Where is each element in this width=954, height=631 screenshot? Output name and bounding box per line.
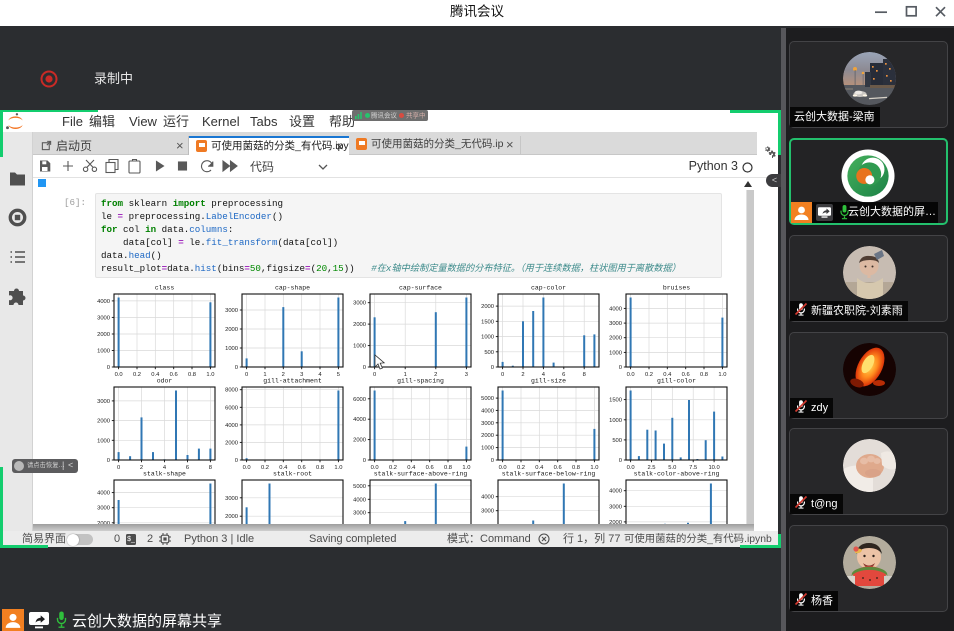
svg-text:1500: 1500 [481,319,494,325]
svg-text:stalk-surface-above-ring: stalk-surface-above-ring [374,471,468,478]
svg-text:0: 0 [245,372,248,378]
svg-text:0.0: 0.0 [627,372,635,378]
svg-text:500: 500 [484,350,494,356]
svg-text:8000: 8000 [225,388,238,394]
svg-text:0.0: 0.0 [243,465,251,471]
svg-text:3000: 3000 [481,509,494,515]
svg-text:2000: 2000 [97,332,110,338]
svg-text:0: 0 [501,372,504,378]
svg-text:5000: 5000 [481,396,494,402]
svg-text:0: 0 [491,365,494,371]
svg-text:bruises: bruises [663,285,690,292]
svg-text:2: 2 [521,372,524,378]
svg-text:2000: 2000 [225,327,238,333]
svg-text:gill-spacing: gill-spacing [397,378,444,385]
svg-text:4000: 4000 [97,299,110,305]
svg-text:cap-surface: cap-surface [399,285,442,292]
svg-text:3000: 3000 [609,504,622,510]
svg-text:2000: 2000 [481,433,494,439]
svg-text:4000: 4000 [97,491,110,497]
svg-text:6000: 6000 [353,397,366,403]
svg-text:3000: 3000 [353,511,366,517]
svg-text:2000: 2000 [225,514,238,520]
svg-text:0: 0 [107,458,110,464]
svg-text:4000: 4000 [481,408,494,414]
svg-text:0: 0 [117,465,120,471]
svg-text:0: 0 [363,458,366,464]
svg-text:1000: 1000 [97,438,110,444]
svg-text:1000: 1000 [97,349,110,355]
svg-text:1.0: 1.0 [334,465,342,471]
svg-text:8: 8 [209,465,212,471]
svg-text:5: 5 [337,372,340,378]
svg-text:0: 0 [619,365,622,371]
svg-text:gill-attachment: gill-attachment [263,378,322,385]
svg-text:2000: 2000 [481,304,494,310]
svg-text:3000: 3000 [97,506,110,512]
svg-text:4000: 4000 [609,489,622,495]
svg-text:3000: 3000 [97,399,110,405]
svg-text:5000: 5000 [353,484,366,490]
svg-text:1500: 1500 [609,398,622,404]
svg-text:2000: 2000 [353,322,366,328]
svg-text:1000: 1000 [353,344,366,350]
svg-text:0.2: 0.2 [133,372,141,378]
svg-text:2000: 2000 [97,419,110,425]
svg-text:3: 3 [465,372,468,378]
svg-text:1.0: 1.0 [718,372,726,378]
svg-text:1000: 1000 [609,418,622,424]
svg-text:0.8: 0.8 [188,372,196,378]
svg-text:gill-size: gill-size [531,378,566,385]
svg-text:gill-color: gill-color [657,378,696,385]
svg-text:2000: 2000 [353,438,366,444]
svg-text:0: 0 [235,365,238,371]
svg-text:odor: odor [157,378,173,385]
svg-text:0: 0 [363,365,366,371]
svg-text:0: 0 [373,372,376,378]
svg-text:1000: 1000 [225,346,238,352]
svg-text:3000: 3000 [609,321,622,327]
svg-text:4000: 4000 [609,306,622,312]
svg-text:cap-color: cap-color [531,285,566,292]
svg-text:stalk-root: stalk-root [273,471,312,478]
svg-text:3000: 3000 [225,308,238,314]
svg-text:0.2: 0.2 [645,372,653,378]
svg-text:4000: 4000 [353,497,366,503]
svg-text:stalk-surface-below-ring: stalk-surface-below-ring [502,471,596,478]
svg-text:stalk-shape: stalk-shape [143,471,186,478]
svg-text:cap-shape: cap-shape [275,285,310,292]
svg-text:8: 8 [583,372,586,378]
svg-text:0.8: 0.8 [316,465,324,471]
svg-text:class: class [155,285,175,292]
svg-text:0: 0 [107,365,110,371]
svg-text:1.0: 1.0 [206,372,214,378]
svg-text:500: 500 [612,438,622,444]
svg-text:4000: 4000 [225,423,238,429]
svg-text:6: 6 [186,465,189,471]
svg-text:3000: 3000 [97,315,110,321]
svg-text:0.8: 0.8 [700,372,708,378]
svg-text:0: 0 [491,458,494,464]
svg-text:3000: 3000 [481,421,494,427]
svg-text:0: 0 [235,458,238,464]
svg-text:4000: 4000 [481,495,494,501]
svg-text:2000: 2000 [225,440,238,446]
svg-text:stalk-color-above-ring: stalk-color-above-ring [634,471,720,478]
svg-text:3000: 3000 [225,496,238,502]
svg-text:0: 0 [619,458,622,464]
svg-text:2000: 2000 [609,336,622,342]
svg-text:0.2: 0.2 [261,465,269,471]
svg-text:6000: 6000 [225,405,238,411]
svg-text:4000: 4000 [353,417,366,423]
svg-text:1000: 1000 [609,350,622,356]
svg-text:0.0: 0.0 [115,372,123,378]
svg-text:3000: 3000 [353,301,366,307]
svg-text:1000: 1000 [481,446,494,452]
svg-text:1000: 1000 [481,335,494,341]
